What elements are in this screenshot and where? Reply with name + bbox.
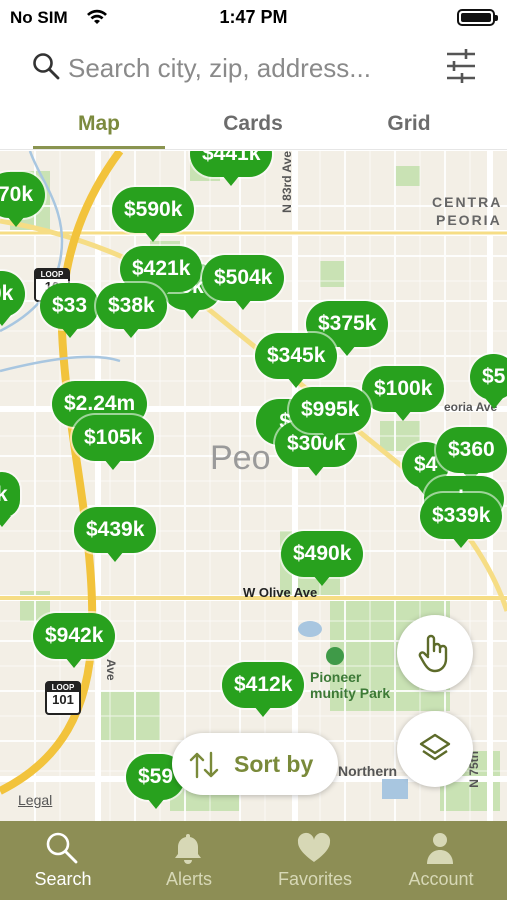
price-pin[interactable]: $942k (33, 613, 116, 668)
clock: 1:47 PM (219, 7, 288, 27)
price-pin[interactable]: $105k (72, 415, 155, 470)
price-pin[interactable]: $345k (255, 333, 338, 388)
nav-item-favorites[interactable]: Favorites (252, 821, 378, 900)
shield-loop-text: LOOP (47, 683, 79, 692)
sort-arrows-icon (188, 751, 220, 784)
tab-grid[interactable]: Grid (343, 112, 475, 136)
layers-icon (419, 733, 451, 761)
nav-label-favorites: Favorites (277, 869, 353, 889)
sort-by-button[interactable]: Sort by (172, 733, 338, 795)
price-pin[interactable]: $360 (436, 427, 507, 482)
nav-item-alerts[interactable]: Alerts (126, 821, 252, 900)
bell-icon (175, 834, 201, 864)
park-label-line1: Pioneer (310, 669, 362, 685)
legal-link[interactable]: Legal (18, 792, 52, 808)
search-input[interactable] (68, 48, 428, 88)
price-pin[interactable]: $339k (420, 493, 503, 548)
park-pin-icon (326, 647, 344, 665)
price-pin[interactable]: $504k (202, 255, 285, 310)
person-icon (427, 833, 453, 864)
shield-loop-text: LOOP (36, 270, 68, 279)
street-label-olive: W Olive Ave (243, 585, 318, 600)
hand-pointer-icon (418, 634, 448, 673)
street-label-ave: Ave (104, 659, 118, 681)
map-layers-button[interactable] (397, 711, 473, 787)
area-label-centra: CENTRA (432, 194, 503, 210)
park-label-line2: munity Park (310, 685, 391, 701)
city-label: Peo (210, 439, 271, 477)
nav-label-search: Search (34, 869, 92, 889)
price-pin[interactable]: 70k (0, 172, 46, 227)
price-pin[interactable]: $590k (112, 187, 195, 242)
search-bar (0, 40, 507, 96)
price-pin[interactable]: $995k (289, 387, 372, 442)
price-pin[interactable]: $439k (74, 507, 157, 562)
price-pin[interactable]: $100k (362, 366, 445, 421)
nav-label-account: Account (408, 869, 474, 889)
nav-item-account[interactable]: Account (378, 821, 504, 900)
shield-number: 101 (52, 692, 74, 707)
street-label-n83rd: N 83rd Ave (280, 151, 294, 213)
price-pin[interactable]: $441k (190, 151, 273, 186)
price-pin[interactable]: $38k (96, 283, 167, 338)
heart-icon (297, 832, 331, 862)
draw-area-button[interactable] (397, 615, 473, 691)
filter-sliders-icon[interactable] (445, 48, 477, 89)
loop-101-shield-icon-2: LOOP 101 (45, 681, 81, 715)
tab-underline (33, 146, 165, 149)
price-pin[interactable]: $490k (281, 531, 364, 586)
sort-by-label: Sort by (234, 751, 314, 777)
street-label-northern: Northern (338, 763, 398, 779)
search-icon (32, 52, 60, 85)
price-pin[interactable]: $412k (222, 662, 305, 717)
battery-icon (457, 9, 498, 26)
bottom-nav: Search Alerts Favorites Account (0, 821, 507, 900)
nav-item-search[interactable]: Search (0, 821, 126, 900)
search-icon (46, 832, 78, 864)
nav-label-alerts: Alerts (165, 869, 212, 889)
view-tabs: Map Cards Grid (0, 100, 507, 150)
status-bar: No SIM 1:47 PM (0, 0, 507, 34)
tab-cards[interactable]: Cards (187, 112, 319, 136)
tab-map[interactable]: Map (33, 112, 165, 136)
price-pin[interactable]: $33 (40, 283, 100, 338)
area-label-peoria: PEORIA (436, 212, 502, 228)
